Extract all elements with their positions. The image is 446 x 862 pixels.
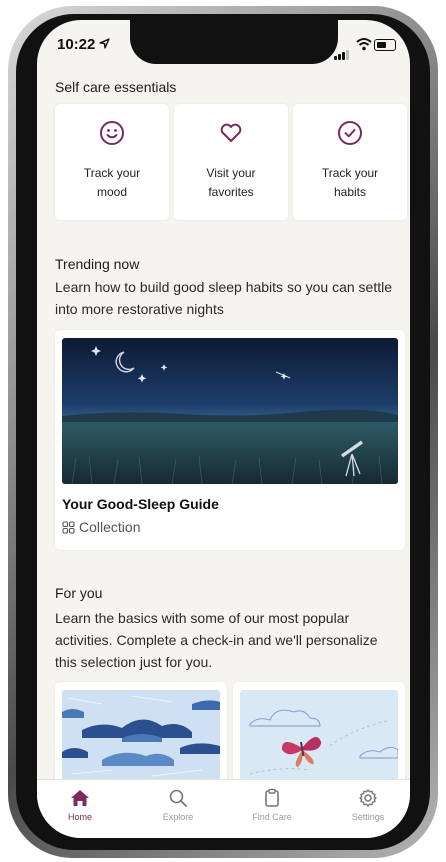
self-care-title: Self care essentials	[55, 79, 177, 95]
location-arrow-icon	[99, 38, 110, 49]
signal-icon	[334, 42, 350, 60]
tab-settings[interactable]: Settings	[333, 788, 403, 822]
for-you-card-clouds[interactable]	[55, 682, 227, 792]
card-title: Your Good-Sleep Guide	[62, 496, 219, 512]
tab-home-label: Home	[67, 812, 92, 822]
clouds-image	[62, 690, 220, 780]
status-time: 10:22	[57, 36, 96, 53]
status-bar: 10:22	[37, 20, 410, 66]
good-sleep-guide-card[interactable]: Your Good-Sleep Guide Collection	[55, 330, 405, 550]
visit-favorites-label: Visit your favorites	[206, 166, 256, 199]
search-icon	[169, 789, 187, 807]
track-habits-card[interactable]: Track your habits	[293, 104, 407, 220]
tab-explore[interactable]: Explore	[143, 788, 213, 822]
tab-find-care[interactable]: Find Care	[237, 788, 307, 822]
track-mood-label: Track your mood	[83, 166, 141, 199]
butterfly-image	[240, 690, 398, 780]
trending-title: Trending now	[55, 256, 140, 272]
trending-description: Learn how to build good sleep habits so …	[55, 279, 393, 317]
tab-bar: Home Explore Find Care Settings	[37, 779, 410, 838]
card-type-label: Collection	[79, 519, 141, 535]
smiley-icon	[100, 121, 124, 145]
for-you-description: Learn the basics with some of our most p…	[55, 610, 378, 670]
tab-home[interactable]: Home	[45, 788, 115, 822]
tab-find-care-label: Find Care	[252, 812, 292, 822]
tab-explore-label: Explore	[162, 812, 194, 822]
home-icon	[71, 790, 89, 806]
clipboard-icon	[265, 788, 279, 807]
grid-icon	[62, 521, 75, 534]
tab-settings-label: Settings	[351, 812, 385, 822]
for-you-card-butterfly[interactable]	[233, 682, 405, 792]
wifi-icon	[356, 38, 372, 51]
heart-icon	[220, 123, 242, 142]
battery-icon	[374, 39, 396, 51]
visit-favorites-card[interactable]: Visit your favorites	[174, 104, 288, 220]
card-type: Collection	[62, 519, 140, 535]
app-screen: 10:22 Self care essentials Track your mo…	[37, 20, 410, 838]
track-mood-card[interactable]: Track your mood	[55, 104, 169, 220]
check-circle-icon	[338, 121, 362, 145]
gear-icon	[359, 789, 377, 807]
device-notch	[130, 20, 338, 64]
track-habits-label: Track your habits	[321, 166, 379, 199]
night-sky-image	[62, 338, 398, 484]
for-you-title: For you	[55, 585, 103, 601]
